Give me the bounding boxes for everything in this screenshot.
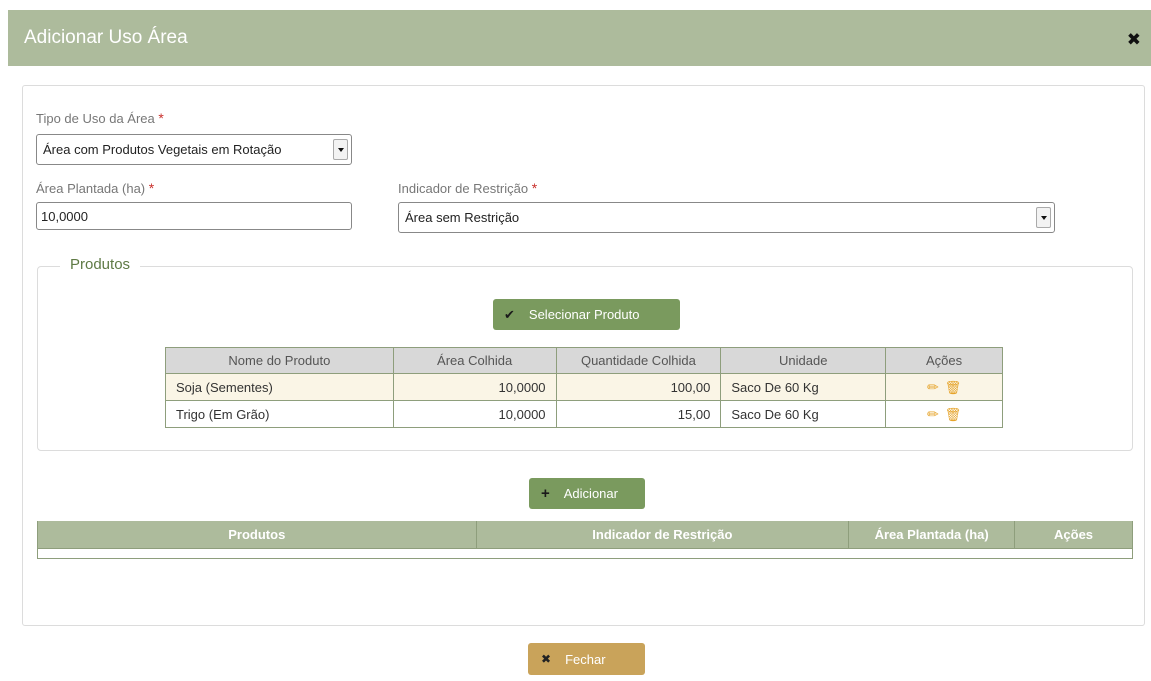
fechar-button[interactable]: ✖ Fechar xyxy=(528,643,645,675)
adicionar-label: Adicionar xyxy=(563,486,618,501)
col-produtos: Produtos xyxy=(37,521,477,549)
tipo-label-text: Tipo de Uso da Área xyxy=(36,111,155,126)
col-quantidade: Quantidade Colhida xyxy=(555,347,722,374)
area-plantada-input[interactable]: 10,0000 xyxy=(36,202,352,230)
produtos-legend: Produtos xyxy=(60,256,141,273)
check-icon: ✔ xyxy=(504,306,515,322)
cell-acoes: ✏ 🗑 xyxy=(885,373,1003,401)
col-area-plantada: Área Plantada (ha) xyxy=(848,521,1016,549)
required-mark: * xyxy=(158,110,164,126)
produtos-table: Nome do Produto Área Colhida Quantidade … xyxy=(165,347,1003,428)
area-label-text: Área Plantada (ha) xyxy=(36,181,146,196)
close-icon: ✖ xyxy=(541,652,552,666)
modal-title: Adicionar Uso Área xyxy=(24,27,188,48)
dropdown-arrow-icon xyxy=(1036,207,1051,228)
tipo-label: Tipo de Uso da Área * xyxy=(36,110,164,126)
cell-area: 10,0000 xyxy=(392,373,557,401)
cell-quantidade: 100,00 xyxy=(555,373,722,401)
col-acoes: Ações xyxy=(1014,521,1133,549)
indicador-label: Indicador de Restrição * xyxy=(398,180,537,196)
uso-area-table: Produtos Indicador de Restrição Área Pla… xyxy=(37,521,1133,559)
adicionar-button[interactable]: + Adicionar xyxy=(529,478,645,509)
required-mark: * xyxy=(531,180,538,196)
trash-icon[interactable]: 🗑 xyxy=(945,407,962,422)
cell-nome: Trigo (Em Grão) xyxy=(165,400,394,428)
tipo-select[interactable]: Área com Produtos Vegetais em Rotação xyxy=(36,134,352,165)
dropdown-arrow-icon xyxy=(333,139,348,160)
cell-unidade: Saco De 60 Kg xyxy=(720,373,887,401)
cell-acoes: ✏ 🗑 xyxy=(885,400,1003,428)
required-mark: * xyxy=(148,180,155,196)
edit-pencil-icon[interactable]: ✏ xyxy=(927,406,939,422)
tipo-select-value: Área com Produtos Vegetais em Rotação xyxy=(43,142,282,157)
col-indicador: Indicador de Restrição xyxy=(475,521,850,549)
col-acoes: Ações xyxy=(885,347,1003,374)
modal-header: Adicionar Uso Área ✖ xyxy=(8,10,1151,66)
fechar-label: Fechar xyxy=(565,651,606,667)
close-icon[interactable]: ✖ xyxy=(1127,30,1141,50)
selecionar-produto-button[interactable]: ✔ Selecionar Produto xyxy=(493,299,680,330)
form-panel: Tipo de Uso da Área * Área com Produtos … xyxy=(22,85,1145,626)
table-header-row: Nome do Produto Área Colhida Quantidade … xyxy=(165,347,1003,374)
trash-icon[interactable]: 🗑 xyxy=(945,380,962,395)
table-header-row: Produtos Indicador de Restrição Área Pla… xyxy=(37,521,1133,549)
produtos-fieldset: Produtos ✔ Selecionar Produto Nome do Pr… xyxy=(37,256,1133,451)
selecionar-produto-label: Selecionar Produto xyxy=(528,307,640,322)
col-area-colhida: Área Colhida xyxy=(392,347,557,374)
cell-quantidade: 15,00 xyxy=(555,400,722,428)
table-row: Trigo (Em Grão) 10,0000 15,00 Saco De 60… xyxy=(165,400,1003,428)
empty-row xyxy=(37,548,1133,559)
cell-unidade: Saco De 60 Kg xyxy=(720,400,887,428)
indicador-select-value: Área sem Restrição xyxy=(405,210,520,225)
area-label: Área Plantada (ha) * xyxy=(36,180,154,196)
edit-pencil-icon[interactable]: ✏ xyxy=(927,379,939,395)
cell-area: 10,0000 xyxy=(392,400,557,428)
col-nome: Nome do Produto xyxy=(165,347,394,374)
indicador-select[interactable]: Área sem Restrição xyxy=(398,202,1055,233)
empty-cell xyxy=(37,548,1133,559)
col-unidade: Unidade xyxy=(720,347,887,374)
table-row: Soja (Sementes) 10,0000 100,00 Saco De 6… xyxy=(165,373,1003,401)
indicador-label-text: Indicador de Restrição xyxy=(398,181,529,196)
plus-icon: + xyxy=(541,485,550,502)
cell-nome: Soja (Sementes) xyxy=(165,373,394,401)
